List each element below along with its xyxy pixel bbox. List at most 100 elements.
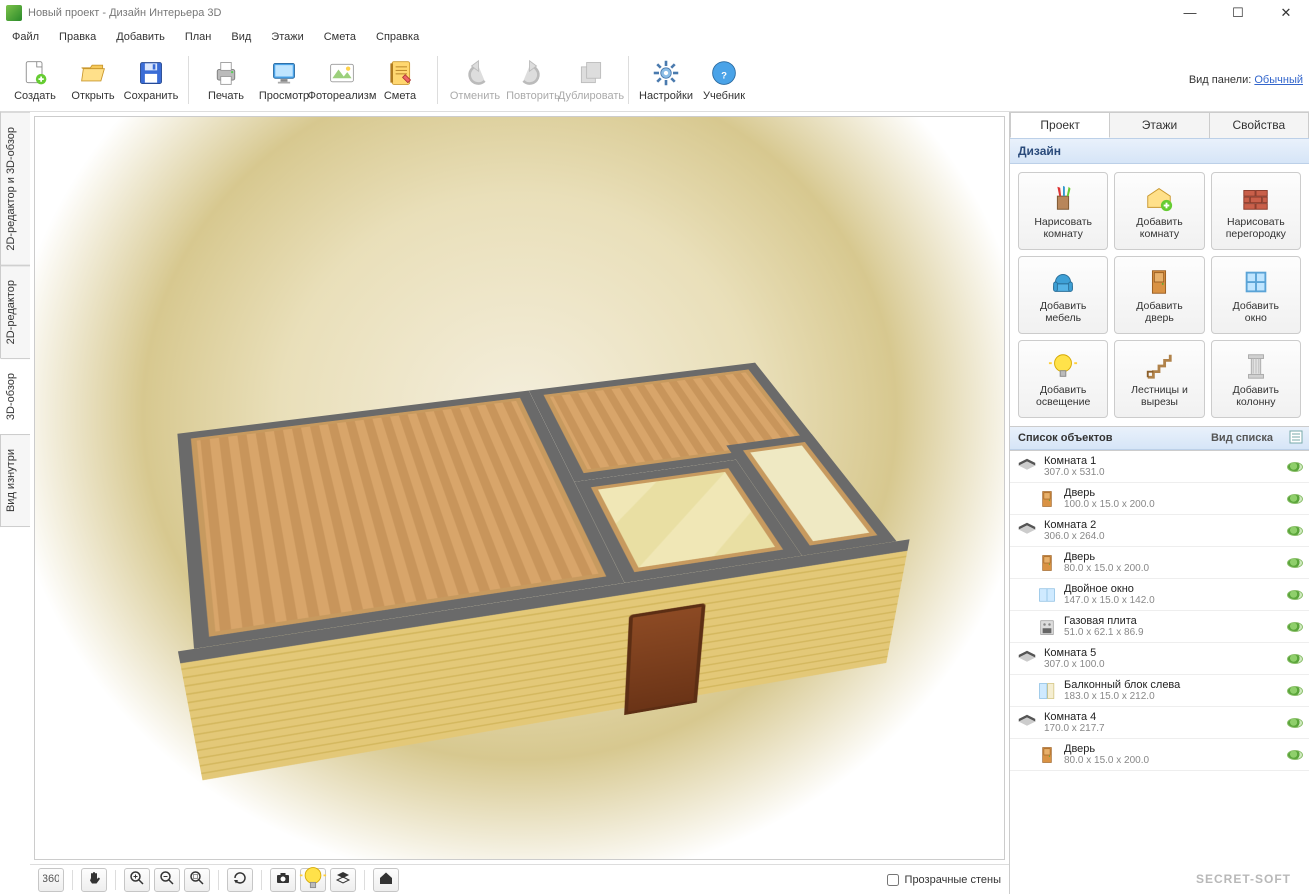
viewtool-360-button[interactable]: 360 [38,868,64,892]
toolbar-estimate-button[interactable]: Смета [371,51,429,109]
menu-2[interactable]: Добавить [108,29,173,45]
design-add-light-button[interactable]: Добавитьосвещение [1018,340,1108,418]
viewtool-camera-button[interactable] [270,868,296,892]
design-add-furniture-button[interactable]: Добавитьмебель [1018,256,1108,334]
toolbar-create-button[interactable]: Создать [6,51,64,109]
design-draw-room-button[interactable]: Нарисоватькомнату [1018,172,1108,250]
panel-mode: Вид панели: Обычный [1189,74,1303,86]
object-row[interactable]: Балконный блок слева183.0 x 15.0 x 212.0 [1010,675,1309,707]
object-row[interactable]: Комната 1307.0 x 531.0 [1010,451,1309,483]
hand-icon [86,870,102,889]
design-add-door-button[interactable]: Добавитьдверь [1114,256,1204,334]
design-add-light-label: Добавитьосвещение [1036,384,1090,408]
design-add-window-button[interactable]: Добавитьокно [1211,256,1301,334]
transparent-walls-option[interactable]: Прозрачные стены [887,874,1001,886]
right-tab-project[interactable]: Проект [1010,112,1110,138]
menu-6[interactable]: Смета [316,29,364,45]
design-add-room-button[interactable]: Добавитькомнату [1114,172,1204,250]
viewtool-layers-button[interactable] [330,868,356,892]
exterior-door [624,603,706,715]
toolbar-create-label: Создать [14,90,56,102]
object-row[interactable]: Комната 5307.0 x 100.0 [1010,643,1309,675]
toolbar-preview-button[interactable]: Просмотр [255,51,313,109]
viewtool-rotate-button[interactable] [227,868,253,892]
toolbar-save-button[interactable]: Сохранить [122,51,180,109]
stove-icon [1036,616,1058,638]
door-icon [1036,744,1058,766]
viewtool-zoom-in-button[interactable] [124,868,150,892]
transparent-walls-label: Прозрачные стены [905,874,1001,886]
object-row[interactable]: Комната 4170.0 x 217.7 [1010,707,1309,739]
tab-inside[interactable]: Вид изнутри [0,434,30,527]
viewtool-zoom-fit-button[interactable] [184,868,210,892]
visibility-eye-icon[interactable] [1287,590,1303,600]
right-tab-floors[interactable]: Этажи [1109,112,1209,138]
close-button[interactable]: ✕ [1269,5,1303,21]
menu-3[interactable]: План [177,29,220,45]
view-list-label[interactable]: Вид списка [1211,432,1301,444]
design-buttons-grid: Нарисоватькомнату Добавитькомнату Нарисова… [1010,164,1309,426]
visibility-eye-icon[interactable] [1287,526,1303,536]
object-row[interactable]: Дверь100.0 x 15.0 x 200.0 [1010,483,1309,515]
toolbar: Создать ОткрытьСохранить ПечатьПросмотрФот… [0,48,1309,112]
right-tab-props[interactable]: Свойства [1209,112,1309,138]
menu-0[interactable]: Файл [4,29,47,45]
toolbar-separator [188,56,189,104]
svg-text:360: 360 [43,873,59,885]
object-name: Комната 4 [1044,711,1287,723]
toolbar-manual-button[interactable]: ?Учебник [695,51,753,109]
visibility-eye-icon[interactable] [1287,654,1303,664]
toolbar-separator [437,56,438,104]
titlebar: Новый проект - Дизайн Интерьера 3D — ☐ ✕ [0,0,1309,26]
visibility-eye-icon[interactable] [1287,558,1303,568]
visibility-eye-icon[interactable] [1287,494,1303,504]
design-add-column-button[interactable]: Добавитьколонну [1211,340,1301,418]
tab-2d[interactable]: 2D-редактор [0,265,30,359]
vt-sep [72,870,73,890]
toolbar-settings-button[interactable]: Настройки [637,51,695,109]
room-icon [1016,712,1038,734]
toolbar-undo-button: Отменить [446,51,504,109]
bricks-icon [1240,182,1272,214]
minimize-button[interactable]: — [1173,5,1207,21]
visibility-eye-icon[interactable] [1287,686,1303,696]
design-add-window-label: Добавитьокно [1233,300,1279,324]
tab-3d[interactable]: 3D-обзор [0,358,30,435]
object-row[interactable]: Газовая плита51.0 x 62.1 x 86.9 [1010,611,1309,643]
design-add-furniture-label: Добавитьмебель [1040,300,1086,324]
object-row[interactable]: Двойное окно147.0 x 15.0 x 142.0 [1010,579,1309,611]
object-row[interactable]: Дверь80.0 x 15.0 x 200.0 [1010,739,1309,771]
visibility-eye-icon[interactable] [1287,718,1303,728]
toolbar-photoreal-button[interactable]: Фотореализм [313,51,371,109]
viewtool-bulb-button[interactable] [300,868,326,892]
object-row[interactable]: Дверь80.0 x 15.0 x 200.0 [1010,547,1309,579]
object-name: Газовая плита [1064,615,1287,627]
panel-mode-link[interactable]: Обычный [1254,74,1303,86]
tab-2d3d[interactable]: 2D-редактор и 3D-обзор [0,112,30,266]
design-draw-partition-button[interactable]: Нарисоватьперегородку [1211,172,1301,250]
transparent-walls-checkbox[interactable] [887,874,899,886]
view-list-icon[interactable] [1289,430,1303,447]
toolbar-open-button[interactable]: Открыть [64,51,122,109]
visibility-eye-icon[interactable] [1287,750,1303,760]
viewtool-zoom-out-button[interactable] [154,868,180,892]
object-name: Комната 2 [1044,519,1287,531]
main-area: 2D-редактор и 3D-обзор2D-редактор3D-обзо… [0,112,1309,894]
viewport-3d[interactable] [34,116,1005,860]
menu-5[interactable]: Этажи [263,29,311,45]
printer-icon [211,58,241,88]
menu-4[interactable]: Вид [223,29,259,45]
visibility-eye-icon[interactable] [1287,622,1303,632]
maximize-button[interactable]: ☐ [1221,5,1255,21]
visibility-eye-icon[interactable] [1287,462,1303,472]
menu-7[interactable]: Справка [368,29,427,45]
toolbar-redo-button: Повторить [504,51,562,109]
design-add-room-label: Добавитькомнату [1136,216,1182,240]
design-stairs-button[interactable]: Лестницы ивырезы [1114,340,1204,418]
toolbar-print-button[interactable]: Печать [197,51,255,109]
viewtool-home-button[interactable] [373,868,399,892]
help-icon: ? [709,58,739,88]
object-row[interactable]: Комната 2306.0 x 264.0 [1010,515,1309,547]
menu-1[interactable]: Правка [51,29,104,45]
viewtool-hand-button[interactable] [81,868,107,892]
